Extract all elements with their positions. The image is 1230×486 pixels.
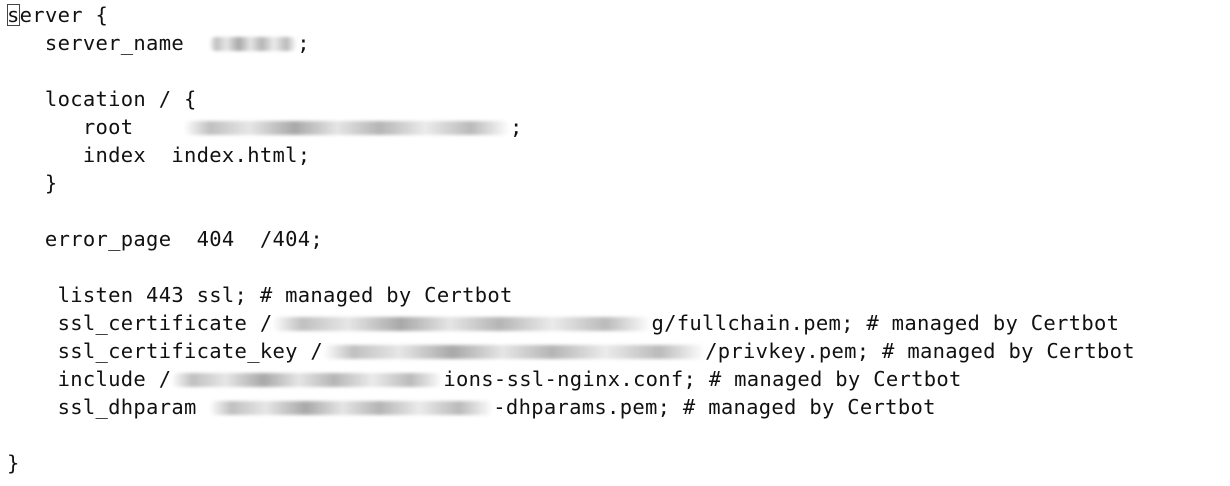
redacted-text [272,317,652,331]
text-cursor: s [7,3,20,27]
text-editor[interactable]: server { server_name ; location / { root… [0,0,1230,486]
code-line-server-name: server_name ; [7,31,310,55]
redacted-text [323,345,706,359]
redacted-text [171,373,444,387]
redacted-text [209,401,494,415]
code-line-include: include / ions-ssl-nginx.conf; # managed … [7,367,962,391]
redacted-text [209,37,298,51]
code-line-root: root ; [7,115,523,139]
code-line-server-close: } [7,451,20,475]
code-line-location-close: } [7,171,58,195]
redacted-text [184,121,510,135]
code-line-error-page: error_page 404 /404; [7,227,324,251]
code-line-ssl-certificate-key: ssl_certificate_key //privkey.pem; # man… [7,339,1135,363]
code-line-location-open: location / { [7,87,197,111]
code-line-listen: listen 443 ssl; # managed by Certbot [7,283,513,307]
code-line-index: index index.html; [7,143,311,167]
code-line-server-open: server { [7,3,109,27]
code-line-ssl-certificate: ssl_certificate / g/fullchain.pem; # mana… [7,311,1120,335]
code-line-ssl-dhparam: ssl_dhparam -dhparams.pem; # managed by … [7,395,936,419]
